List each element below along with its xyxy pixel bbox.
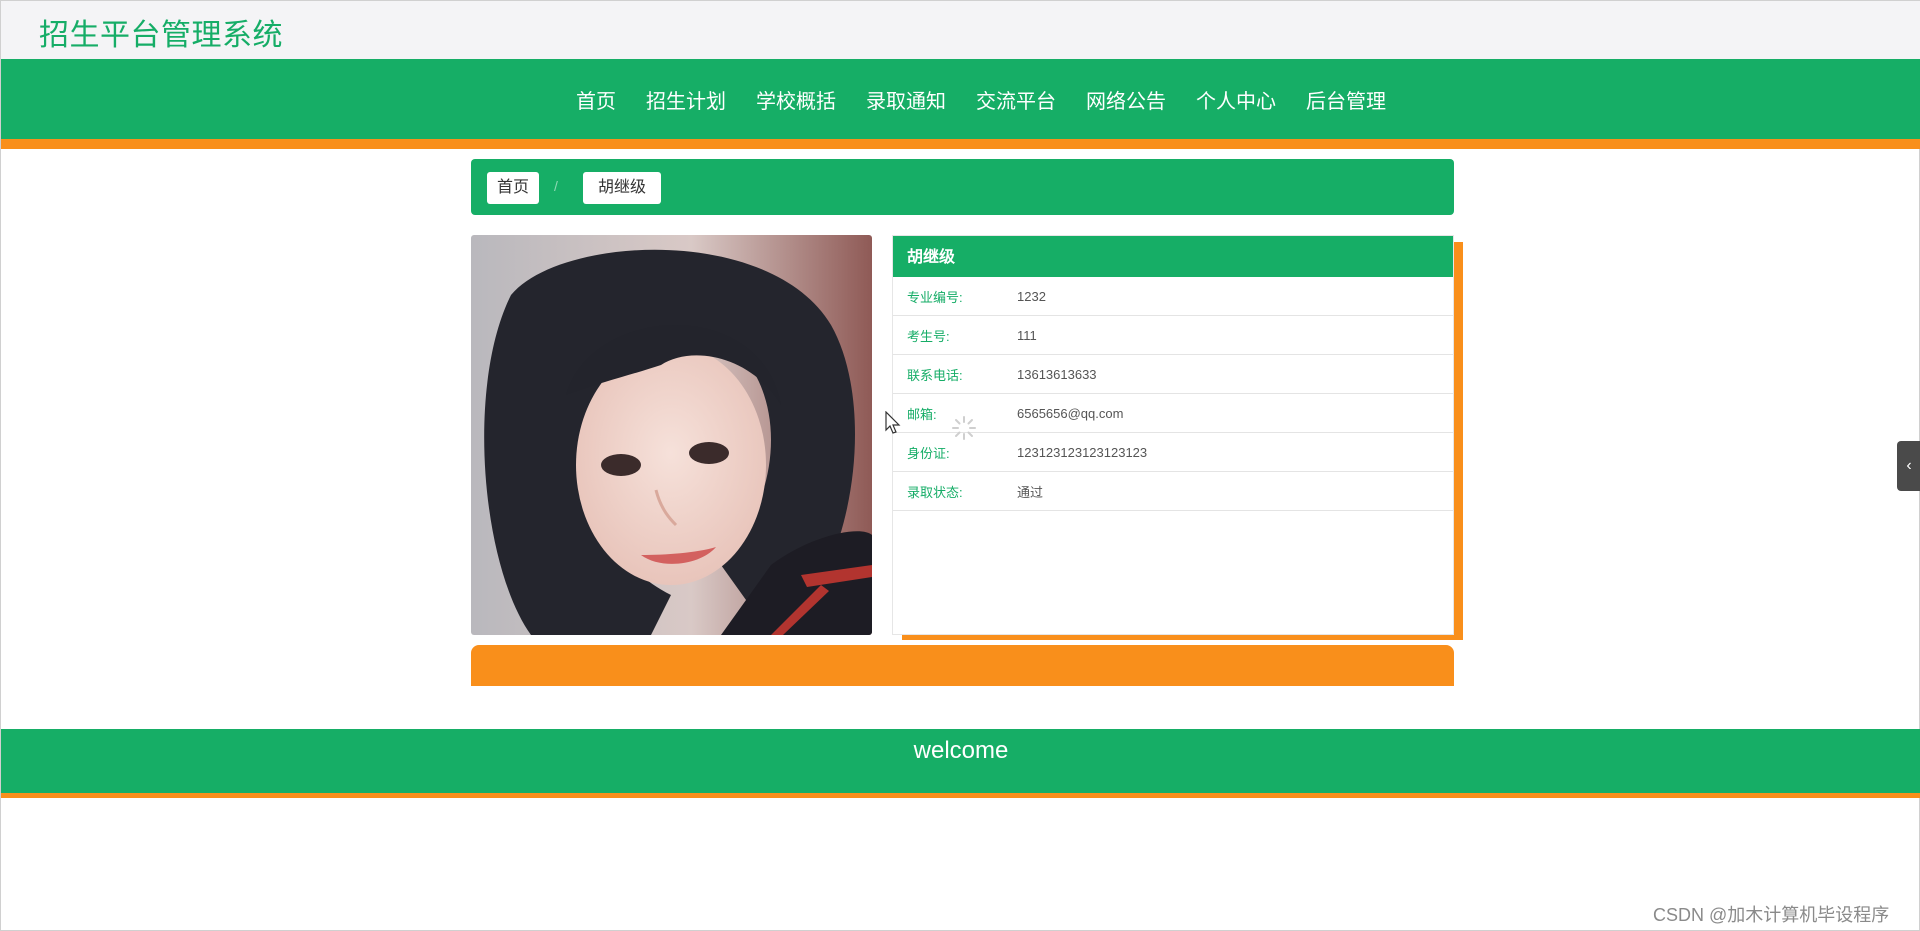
- info-row-major-id: 专业编号: 1232: [893, 277, 1453, 316]
- student-photo: [471, 235, 872, 635]
- breadcrumb-home[interactable]: 首页: [487, 172, 539, 204]
- site-title[interactable]: 招生平台管理系统: [39, 10, 283, 54]
- nav-item-enrollment-plan[interactable]: 招生计划: [631, 85, 741, 114]
- sidebar-toggle-button[interactable]: ‹: [1897, 441, 1920, 491]
- info-card-shadow-bottom: [902, 635, 1463, 640]
- info-value: 13613613633: [1017, 366, 1097, 382]
- watermark: CSDN @加木计算机毕设程序: [1653, 905, 1890, 925]
- breadcrumb-current[interactable]: 胡继级: [583, 172, 661, 204]
- nav-accent-stripe: [1, 139, 1920, 149]
- nav-item-announcements[interactable]: 网络公告: [1071, 85, 1181, 114]
- nav-item-admission-notice[interactable]: 录取通知: [851, 85, 961, 114]
- loading-spinner-icon: [951, 415, 977, 446]
- info-card-shadow-right: [1454, 242, 1463, 640]
- footer-welcome-text: welcome: [913, 737, 1009, 764]
- chevron-left-icon: ‹: [1906, 457, 1912, 474]
- info-value: 123123123123123123: [1017, 444, 1148, 460]
- info-value: 111: [1017, 327, 1037, 343]
- info-row-id-card: 身份证: 123123123123123123: [893, 433, 1453, 472]
- student-photo-image: [471, 235, 872, 635]
- top-header: 招生平台管理系统: [1, 1, 1920, 59]
- nav-item-personal-center[interactable]: 个人中心: [1181, 85, 1291, 114]
- info-row-exam-number: 考生号: 111: [893, 316, 1453, 355]
- info-label: 专业编号:: [907, 289, 963, 305]
- info-row-admission-status: 录取状态: 通过: [893, 472, 1453, 511]
- status-badge: 通过: [1017, 484, 1044, 500]
- info-label: 联系电话:: [907, 367, 963, 383]
- info-row-email: 邮箱: 6565656@qq.com: [893, 394, 1453, 433]
- content-bottom-bar: [471, 645, 1454, 686]
- breadcrumb: 首页 / 胡继级: [471, 159, 1454, 215]
- main-nav: 首页 招生计划 学校概括 录取通知 交流平台 网络公告 个人中心 后台管理: [1, 59, 1920, 139]
- footer-accent-stripe: [1, 793, 1920, 798]
- info-label: 录取状态:: [907, 484, 963, 500]
- nav-item-home[interactable]: 首页: [561, 85, 631, 114]
- mouse-cursor-icon: [885, 410, 901, 440]
- nav-item-school-overview[interactable]: 学校概括: [741, 85, 851, 114]
- info-card-title: 胡继级: [893, 236, 1453, 277]
- nav-item-admin[interactable]: 后台管理: [1291, 85, 1401, 114]
- page: 招生平台管理系统 首页 招生计划 学校概括 录取通知 交流平台 网络公告 个人中…: [0, 0, 1920, 931]
- nav-list: 首页 招生计划 学校概括 录取通知 交流平台 网络公告 个人中心 后台管理: [1, 59, 1920, 139]
- info-value: 6565656@qq.com: [1017, 405, 1124, 421]
- nav-item-forum[interactable]: 交流平台: [961, 85, 1071, 114]
- info-label: 考生号:: [907, 328, 950, 344]
- info-value: 1232: [1017, 288, 1046, 304]
- breadcrumb-separator: /: [554, 178, 558, 194]
- footer: welcome: [1, 729, 1920, 793]
- info-row-phone: 联系电话: 13613613633: [893, 355, 1453, 394]
